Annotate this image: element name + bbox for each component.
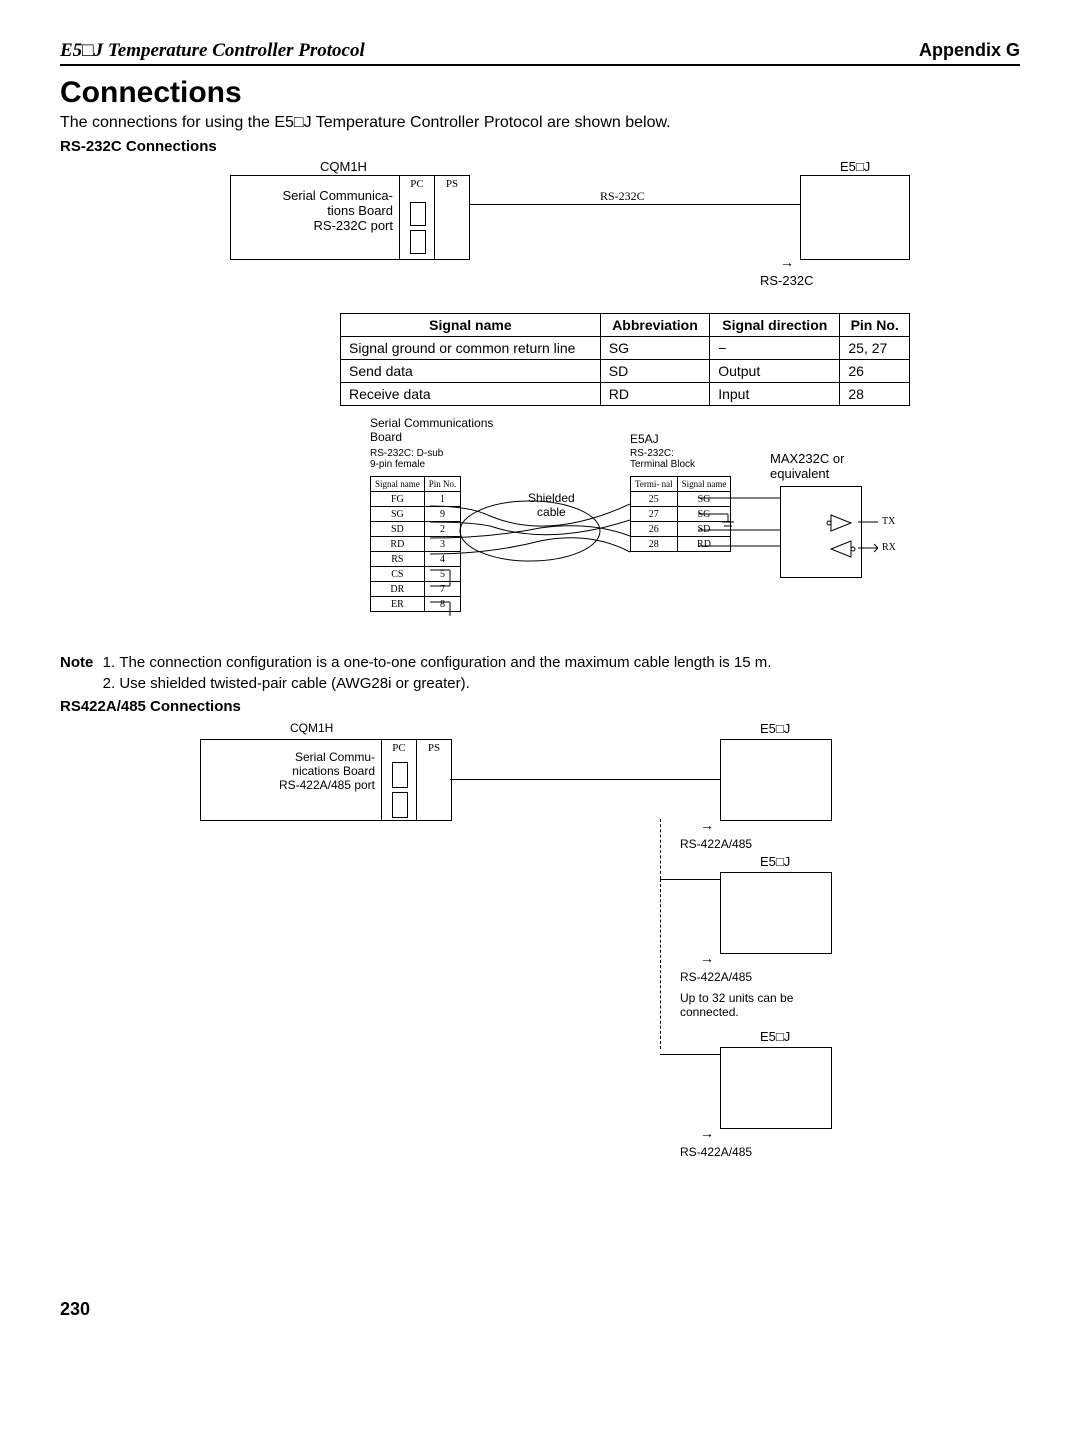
- table-row: Receive dataRDInput28: [341, 383, 910, 406]
- arrow-icon: →: [780, 254, 794, 270]
- board-label: Serial Communications Board: [370, 416, 493, 444]
- dashed-line: [660, 879, 661, 1049]
- e5j-485-label-1: E5□J: [760, 721, 790, 736]
- note-list: The connection configuration is a one-to…: [101, 654, 771, 696]
- rx-label: RX: [882, 542, 896, 553]
- e5j-label: E5□J: [840, 159, 870, 174]
- note-label: Note: [60, 654, 93, 696]
- table-header: Signal direction: [710, 314, 840, 337]
- port-box: [392, 762, 408, 788]
- cable-line: [470, 204, 800, 205]
- branch-line: [660, 879, 720, 880]
- up-to-text: Up to 32 units can be connected.: [680, 991, 793, 1019]
- arrow-icon: →: [700, 950, 714, 966]
- cqm485-block: Serial Commu- nications Board RS-422A/48…: [200, 739, 452, 821]
- board-485-text: Serial Commu- nications Board RS-422A/48…: [201, 740, 382, 820]
- e5j-block: [800, 175, 910, 260]
- rs232c-under-label: RS-232C: [760, 273, 813, 288]
- note-item: Use shielded twisted-pair cable (AWG28i …: [119, 675, 771, 692]
- e5j-485-label-2: E5□J: [760, 854, 790, 869]
- e5j-485-block-2: [720, 872, 832, 954]
- table-row: Signal ground or common return lineSG−25…: [341, 337, 910, 360]
- header-right: Appendix G: [919, 40, 1020, 62]
- cable-485: [450, 779, 720, 780]
- cqm-block: Serial Communica- tions Board RS-232C po…: [230, 175, 470, 260]
- cqm1h-label: CQM1H: [320, 159, 367, 174]
- wire-lines: [430, 486, 630, 616]
- rs485-diagram: CQM1H Serial Commu- nications Board RS-4…: [140, 719, 1020, 1279]
- port-box: [410, 202, 426, 226]
- note-item: The connection configuration is a one-to…: [119, 654, 771, 671]
- e5j-485-label-3: E5□J: [760, 1029, 790, 1044]
- arrow-icon: →: [700, 1125, 714, 1141]
- page-title: Connections: [60, 76, 1020, 110]
- intro-text: The connections for using the E5□J Tempe…: [60, 114, 1020, 132]
- rs232-heading: RS-232C Connections: [60, 138, 1020, 155]
- board-text: Serial Communica- tions Board RS-232C po…: [231, 176, 400, 259]
- ps-485-label: PS: [417, 742, 451, 754]
- dsub-label: RS-232C: D-sub 9-pin female: [370, 448, 443, 470]
- table-header: Abbreviation: [600, 314, 709, 337]
- header-left: E5□J Temperature Controller Protocol: [60, 40, 365, 62]
- rs485-label-3: RS-422A/485: [680, 1145, 752, 1159]
- arrow-icon: →: [700, 817, 714, 833]
- e5aj-label: E5AJ: [630, 432, 659, 446]
- ps-label: PS: [435, 178, 469, 190]
- rs485-heading: RS422A/485 Connections: [60, 698, 1020, 715]
- pc-label: PC: [400, 178, 434, 190]
- dashed-line: [660, 819, 661, 879]
- rs485-label-1: RS-422A/485: [680, 837, 752, 851]
- table-row: Send dataSDOutput26: [341, 360, 910, 383]
- rs232c-cable-label: RS-232C: [600, 189, 645, 204]
- max-wires: [698, 476, 878, 586]
- rs485-label-2: RS-422A/485: [680, 970, 752, 984]
- port-box: [392, 792, 408, 818]
- e5j-485-block-3: [720, 1047, 832, 1129]
- rs232-diagram: CQM1H Serial Communica- tions Board RS-2…: [230, 159, 1020, 309]
- page-number: 230: [60, 1299, 1020, 1320]
- wiring-diagram: Serial Communications Board RS-232C: D-s…: [370, 416, 930, 646]
- table-header: Signal name: [341, 314, 601, 337]
- e5j-485-block-1: [720, 739, 832, 821]
- branch-line: [660, 1054, 720, 1055]
- tb-label: RS-232C: Terminal Block: [630, 448, 695, 470]
- pc-485-label: PC: [382, 742, 416, 754]
- table-header: Pin No.: [840, 314, 910, 337]
- signal-table: Signal nameAbbreviationSignal directionP…: [340, 313, 910, 406]
- tx-label: TX: [882, 516, 895, 527]
- cqm1h-485-label: CQM1H: [290, 721, 333, 735]
- port-box: [410, 230, 426, 254]
